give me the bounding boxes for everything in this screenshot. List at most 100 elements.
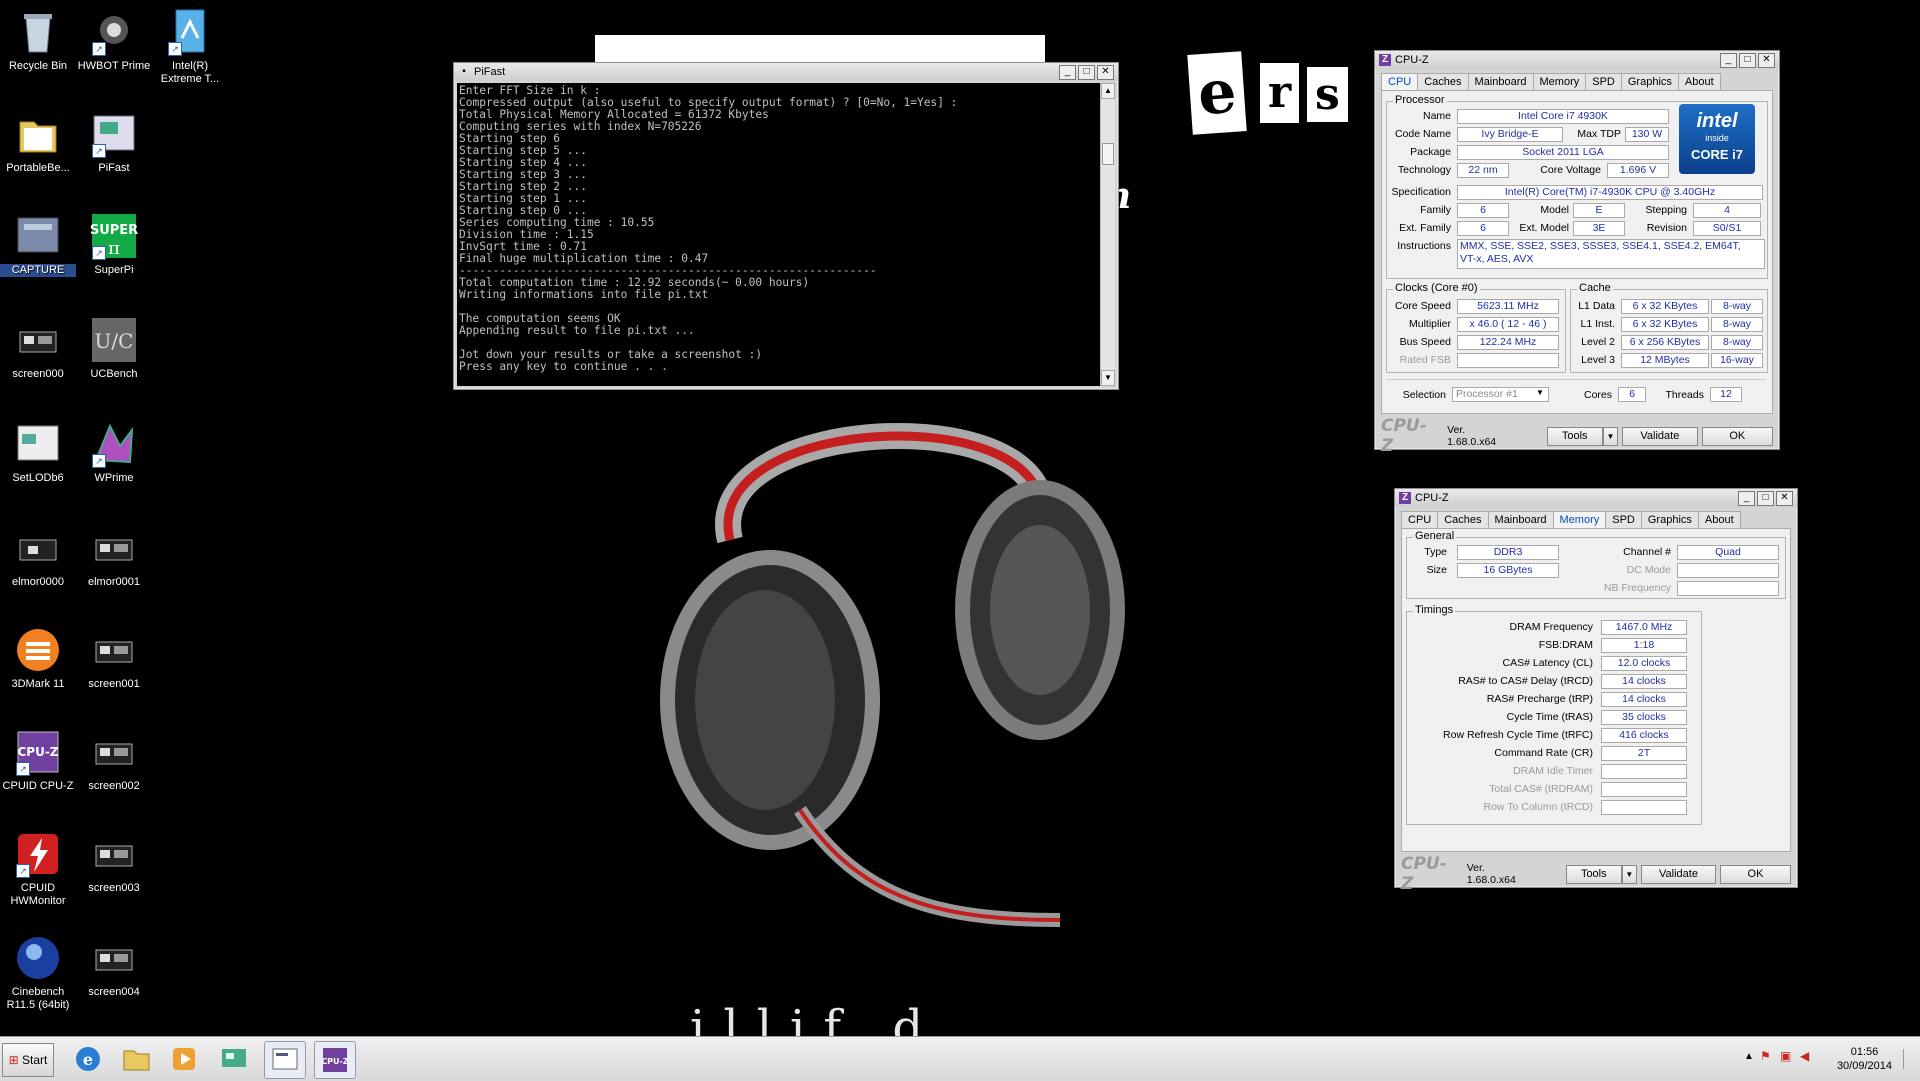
tab-memory[interactable]: Memory xyxy=(1552,511,1607,528)
wprime-icon: ↗ xyxy=(90,420,138,468)
desktop-icon-wprime[interactable]: ↗ WPrime xyxy=(76,420,152,485)
codename-value: Ivy Bridge-E xyxy=(1457,127,1563,142)
ok-button[interactable]: OK xyxy=(1719,864,1791,884)
tab-about[interactable]: About xyxy=(1677,73,1721,90)
desktop-icon-screen002[interactable]: screen002 xyxy=(76,728,152,793)
desktop-icon-screen001[interactable]: screen001 xyxy=(76,626,152,691)
desktop-icon-pifast[interactable]: ↗ PiFast xyxy=(76,110,152,175)
explorer-icon[interactable] xyxy=(116,1041,156,1077)
tab-graphics[interactable]: Graphics xyxy=(1620,73,1679,90)
maxtdp-value: 130 W xyxy=(1625,127,1669,142)
network-icon[interactable]: ▣ xyxy=(1780,1049,1791,1063)
desktop-icon-hwbot[interactable]: ↗ HWBOT Prime xyxy=(76,8,152,73)
desktop-icon-setlodb6[interactable]: SetLODb6 xyxy=(0,420,76,485)
desktop-icon-label: Recycle Bin xyxy=(8,60,68,72)
dcmode-label: DC Mode xyxy=(1626,564,1671,576)
desktop-icon-elmor0001[interactable]: elmor0001 xyxy=(76,524,152,589)
screenshot-file-icon xyxy=(90,524,138,572)
validate-button[interactable]: Validate xyxy=(1622,426,1698,446)
scroll-down-icon[interactable]: ▼ xyxy=(1101,370,1115,386)
scroll-thumb[interactable] xyxy=(1102,143,1114,165)
desktop-icon-screen000[interactable]: screen000 xyxy=(0,316,76,381)
tab-mainboard[interactable]: Mainboard xyxy=(1487,511,1554,528)
cpuz-tabs: CPU Caches Mainboard Memory SPD Graphics… xyxy=(1381,73,1773,90)
desktop-icon-label: UCBench xyxy=(90,368,138,380)
start-button[interactable]: ⊞ Start xyxy=(2,1043,54,1077)
desktop-icon-cinebench[interactable]: Cinebench R11.5 (64bit) xyxy=(0,934,76,1012)
close-button[interactable]: ✕ xyxy=(1758,52,1775,68)
desktop-icon-portablebe[interactable]: PortableBe... xyxy=(0,110,76,175)
name-label: Name xyxy=(1422,110,1451,122)
desktop-icon-ucbench[interactable]: U/C UCBench xyxy=(76,316,152,381)
show-hidden-icons-icon[interactable]: ▲ xyxy=(1744,1051,1754,1062)
tools-dropdown-icon[interactable]: ▼ xyxy=(1621,864,1638,884)
close-button[interactable]: ✕ xyxy=(1776,490,1793,506)
validate-button[interactable]: Validate xyxy=(1641,864,1716,884)
desktop-icon-label: CPUID CPU-Z xyxy=(2,780,74,792)
desktop-icon-hwmonitor[interactable]: ↗ CPUID HWMonitor xyxy=(0,830,76,908)
close-button[interactable]: ✕ xyxy=(1097,64,1114,80)
maximize-button[interactable]: □ xyxy=(1757,490,1774,506)
desktop-icon-recycle-bin[interactable]: Recycle Bin xyxy=(0,8,76,73)
cpuz-titlebar[interactable]: Z CPU-Z _ □ ✕ xyxy=(1395,489,1797,507)
tab-mainboard[interactable]: Mainboard xyxy=(1467,73,1534,90)
show-desktop-button[interactable] xyxy=(1903,1049,1916,1069)
tab-caches[interactable]: Caches xyxy=(1417,73,1469,90)
corevoltage-label: Core Voltage xyxy=(1540,164,1601,176)
minimize-button[interactable]: _ xyxy=(1059,64,1076,80)
tools-button[interactable]: Tools xyxy=(1546,426,1603,446)
minimize-button[interactable]: _ xyxy=(1720,52,1737,68)
chevron-down-icon[interactable]: ▼ xyxy=(1536,388,1544,397)
network-tool-icon[interactable] xyxy=(214,1041,254,1077)
l2-label: Level 2 xyxy=(1581,336,1615,348)
volume-icon[interactable]: ◀ xyxy=(1800,1049,1809,1063)
minimize-button[interactable]: _ xyxy=(1738,490,1755,506)
corespeed-label: Core Speed xyxy=(1394,300,1451,312)
extfamily-value: 6 xyxy=(1457,221,1509,236)
ie-icon[interactable]: e xyxy=(68,1041,108,1077)
desktop-icon-cpuz[interactable]: CPU-Z ↗ CPUID CPU-Z xyxy=(0,728,76,793)
console-output[interactable]: Enter FFT Size in k : Compressed output (… xyxy=(457,83,1100,386)
timing-label: Total CAS# (tRDRAM) xyxy=(1489,783,1593,795)
start-label: Start xyxy=(22,1053,48,1067)
package-label: Package xyxy=(1410,146,1451,158)
pifast-window[interactable]: ▪ PiFast _ □ ✕ Enter FFT Size in k : Comp… xyxy=(453,62,1119,390)
tab-cpu[interactable]: CPU xyxy=(1381,73,1419,90)
tools-button[interactable]: Tools xyxy=(1565,864,1622,884)
tab-memory[interactable]: Memory xyxy=(1532,73,1587,90)
name-value: Intel Core i7 4930K xyxy=(1457,109,1669,124)
desktop-icon-elmor0000[interactable]: elmor0000 xyxy=(0,524,76,589)
desktop-icon-screen003[interactable]: screen003 xyxy=(76,830,152,895)
selection-dropdown[interactable]: Processor #1 xyxy=(1452,387,1549,402)
media-player-icon[interactable] xyxy=(164,1041,204,1077)
svg-text:U/C: U/C xyxy=(95,329,134,353)
capture-app-icon[interactable] xyxy=(264,1041,306,1079)
instructions-line-2: VT-x, AES, AVX xyxy=(1460,253,1534,265)
cpuz-cpu-window[interactable]: Z CPU-Z _ □ ✕ CPU Caches Mainboard Memor… xyxy=(1374,50,1780,456)
3dmark-icon xyxy=(14,626,62,674)
maximize-button[interactable]: □ xyxy=(1739,52,1756,68)
cpuz-memory-window[interactable]: Z CPU-Z _ □ ✕ CPU Caches Mainboard Memor… xyxy=(1394,488,1798,894)
desktop-icon-3dmark11[interactable]: 3DMark 11 xyxy=(0,626,76,691)
tab-cpu[interactable]: CPU xyxy=(1401,511,1439,528)
action-center-icon[interactable]: ⚑ xyxy=(1760,1049,1771,1063)
tools-dropdown-icon[interactable]: ▼ xyxy=(1602,426,1619,446)
timing-value xyxy=(1601,800,1687,815)
console-scrollbar[interactable]: ▲ ▼ xyxy=(1100,83,1115,386)
desktop-icon-capture[interactable]: CAPTURE xyxy=(0,212,76,277)
tab-graphics[interactable]: Graphics xyxy=(1640,511,1699,528)
pifast-titlebar[interactable]: ▪ PiFast _ □ ✕ xyxy=(454,63,1118,81)
tab-about[interactable]: About xyxy=(1697,511,1741,528)
tab-spd[interactable]: SPD xyxy=(1605,511,1642,528)
clock[interactable]: 01:56 30/09/2014 xyxy=(1837,1045,1892,1073)
cpuz-app-icon[interactable]: CPU-Z xyxy=(314,1041,356,1079)
desktop-icon-screen004[interactable]: screen004 xyxy=(76,934,152,999)
desktop-icon-superpi[interactable]: SUPER π ↗ SuperPi xyxy=(76,212,152,277)
desktop-icon-intel-xtu[interactable]: ↗ Intel(R) Extreme T... xyxy=(152,8,228,86)
maximize-button[interactable]: □ xyxy=(1078,64,1095,80)
tab-caches[interactable]: Caches xyxy=(1437,511,1489,528)
scroll-up-icon[interactable]: ▲ xyxy=(1101,83,1115,99)
ok-button[interactable]: OK xyxy=(1701,426,1773,446)
tab-spd[interactable]: SPD xyxy=(1585,73,1622,90)
cpuz-titlebar[interactable]: Z CPU-Z _ □ ✕ xyxy=(1375,51,1779,69)
